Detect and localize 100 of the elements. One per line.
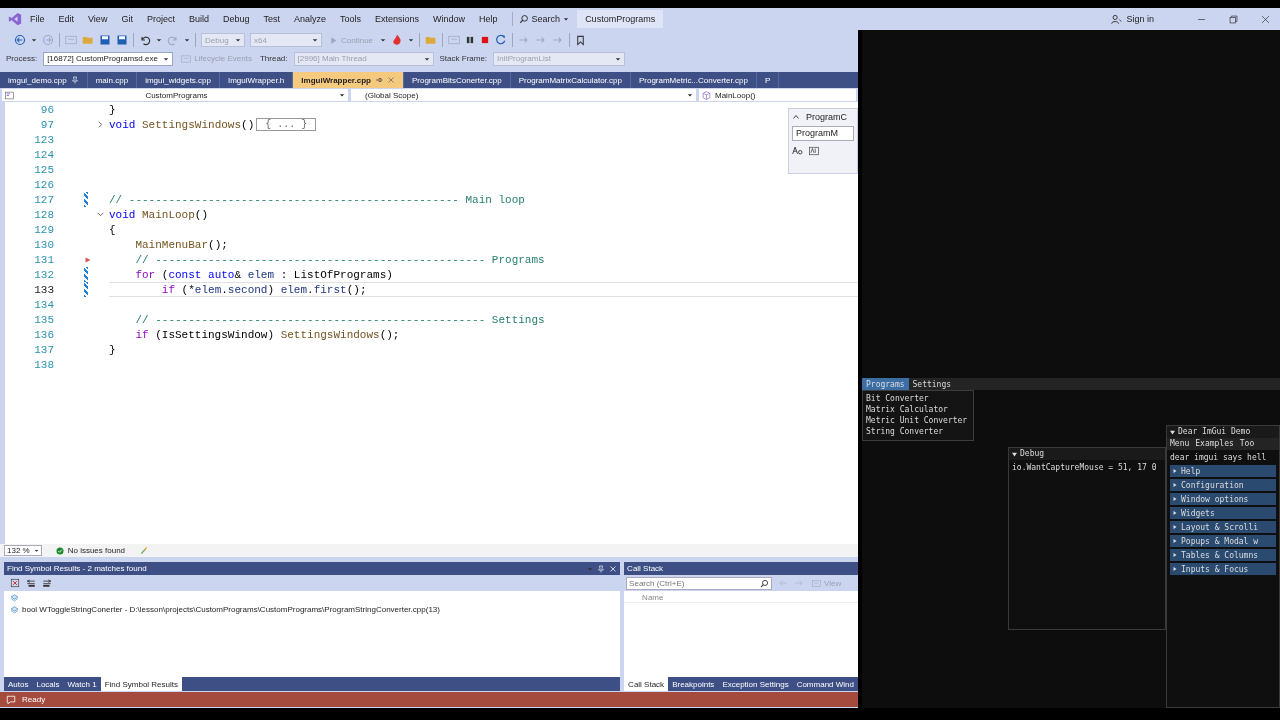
clear-icon[interactable] [10, 578, 20, 588]
menu-item[interactable]: View [82, 12, 114, 26]
chat-icon [6, 694, 16, 705]
caret-icon[interactable] [408, 37, 415, 43]
collapsed-code[interactable]: { ... } [256, 118, 317, 131]
line-number: 126 [33, 178, 54, 191]
stop-icon[interactable] [480, 35, 491, 45]
file-tab[interactable]: main.cpp [87, 72, 138, 88]
menu-item[interactable]: Bit Converter [866, 394, 970, 404]
menu-item[interactable]: Git [115, 12, 139, 26]
menu-item[interactable]: Too [1239, 439, 1255, 449]
collapse-icon[interactable] [1170, 429, 1175, 435]
pin-icon[interactable] [374, 76, 383, 84]
code-line: } [109, 103, 116, 116]
file-tab[interactable]: ProgramBitsConerter.cpp [403, 72, 511, 88]
zoom-dropdown[interactable]: 132 % [4, 545, 42, 556]
collapsing-header[interactable]: Layout & Scrolli [1170, 521, 1276, 533]
menu-item[interactable]: File [24, 12, 51, 26]
panel-tab[interactable]: Exception Settings [718, 677, 793, 691]
caret-icon[interactable] [156, 37, 162, 43]
bookmark-icon[interactable] [575, 34, 587, 46]
file-tab[interactable]: ImguiWrapper.cpp [293, 72, 404, 88]
file-tab[interactable]: ProgramMetric...Converter.cpp [630, 72, 757, 88]
menu-item[interactable]: Analyze [288, 12, 332, 26]
next-icon[interactable] [42, 578, 52, 588]
person-icon [1111, 13, 1123, 25]
menu-item[interactable]: Edit [52, 12, 81, 26]
collapsing-header[interactable]: Tables & Columns [1170, 549, 1276, 561]
menu-item[interactable]: Extensions [369, 12, 426, 26]
window-icon [812, 578, 822, 588]
file-tab[interactable]: imgui_widgets.cpp [137, 72, 220, 88]
menu-item[interactable]: Help [473, 12, 504, 26]
menu-item[interactable]: Debug [216, 12, 256, 26]
brush-icon[interactable] [139, 546, 149, 555]
panel-tab[interactable]: Call Stack [624, 677, 669, 691]
collapsing-header[interactable]: Widgets [1170, 507, 1276, 519]
menu-item[interactable]: Metric Unit Converter [866, 416, 970, 426]
chevron-up-icon[interactable] [792, 113, 800, 121]
undo-icon[interactable] [139, 34, 151, 46]
search-field[interactable]: Search (Ctrl+E) [626, 576, 773, 590]
panel-tab[interactable]: Find Symbol Results [100, 677, 182, 691]
line-number: 135 [33, 313, 54, 326]
caret-icon [163, 55, 170, 62]
collapsing-header[interactable]: Popups & Modal w [1170, 535, 1276, 547]
collapsing-header[interactable]: Help [1170, 465, 1276, 477]
menu-item[interactable]: Build [182, 12, 215, 26]
menu-item[interactable]: Test [257, 12, 286, 26]
menu-item[interactable]: Project [140, 12, 181, 26]
panel-tab[interactable]: Autos [4, 677, 33, 691]
panel-tab[interactable]: Breakpoints [668, 677, 719, 691]
collapsing-header[interactable]: Configuration [1170, 479, 1276, 491]
file-tab[interactable]: ProgramMatrixCalculator.cpp [510, 72, 631, 88]
project-icon [5, 90, 14, 100]
replace-field[interactable]: ProgramM [792, 126, 854, 141]
collapsing-header[interactable]: Inputs & Focus [1170, 563, 1276, 575]
pin-icon[interactable] [70, 76, 79, 84]
menu-item[interactable]: String Converter [866, 427, 970, 437]
file-tab[interactable]: P [756, 72, 780, 88]
whole-word-icon[interactable] [809, 145, 819, 156]
menu-item[interactable]: Matrix Calculator [866, 405, 970, 415]
menu-item[interactable]: Settings [908, 378, 956, 390]
expand-icon[interactable] [96, 120, 105, 129]
result-text[interactable]: bool WToggleStringConerter - D:\lesson\projects\CustomPrograms\CustomPrograms\ProgramStringConverter.cpp(13) [22, 605, 440, 614]
pin-icon[interactable] [597, 564, 606, 573]
close-icon[interactable] [609, 564, 618, 573]
menu-item[interactable]: Menu [1170, 439, 1190, 449]
collapsing-header[interactable]: Window options [1170, 493, 1276, 505]
panel-tab[interactable]: Watch 1 [63, 677, 101, 691]
restart-icon[interactable] [495, 34, 508, 46]
save-all-icon[interactable] [116, 34, 128, 46]
collapse-icon[interactable] [1012, 451, 1017, 457]
line-number: 137 [33, 343, 54, 356]
back-icon[interactable] [14, 34, 26, 46]
menu-item[interactable]: Examples [1195, 439, 1234, 449]
caret-icon[interactable] [184, 37, 190, 43]
save-icon[interactable] [99, 34, 111, 46]
line-number: 125 [33, 163, 54, 176]
match-case-icon[interactable] [792, 145, 803, 156]
caret-icon[interactable] [31, 37, 37, 43]
app-logo-icon [8, 12, 22, 26]
search-button[interactable]: Search [511, 12, 576, 26]
menu-item[interactable]: Programs [862, 378, 909, 390]
pause-icon[interactable] [465, 35, 476, 45]
scope-dropdown[interactable]: (Global Scope) [351, 89, 696, 101]
symbol-icon[interactable] [10, 605, 19, 614]
panel-tab[interactable]: Locals [32, 677, 64, 691]
dropdown[interactable]: [16872] CustomProgramsd.exe [43, 51, 174, 66]
panel-tab[interactable]: Command Wind [792, 677, 858, 691]
project-dropdown[interactable]: CustomPrograms [2, 89, 348, 101]
menu-item[interactable]: Tools [334, 12, 368, 26]
symbol-icon[interactable] [10, 593, 19, 602]
sign-in-button[interactable]: Sign in [1111, 13, 1154, 25]
menu-item[interactable]: Window [427, 12, 472, 26]
member-dropdown[interactable]: MainLoop() [699, 89, 856, 101]
expand-icon [1173, 469, 1177, 473]
file-tab[interactable]: imgui_demo.cpp [0, 72, 88, 88]
close-icon[interactable] [386, 76, 395, 84]
previous-icon[interactable] [26, 578, 36, 588]
expand-icon [1173, 511, 1177, 515]
caret-icon[interactable] [380, 37, 387, 43]
